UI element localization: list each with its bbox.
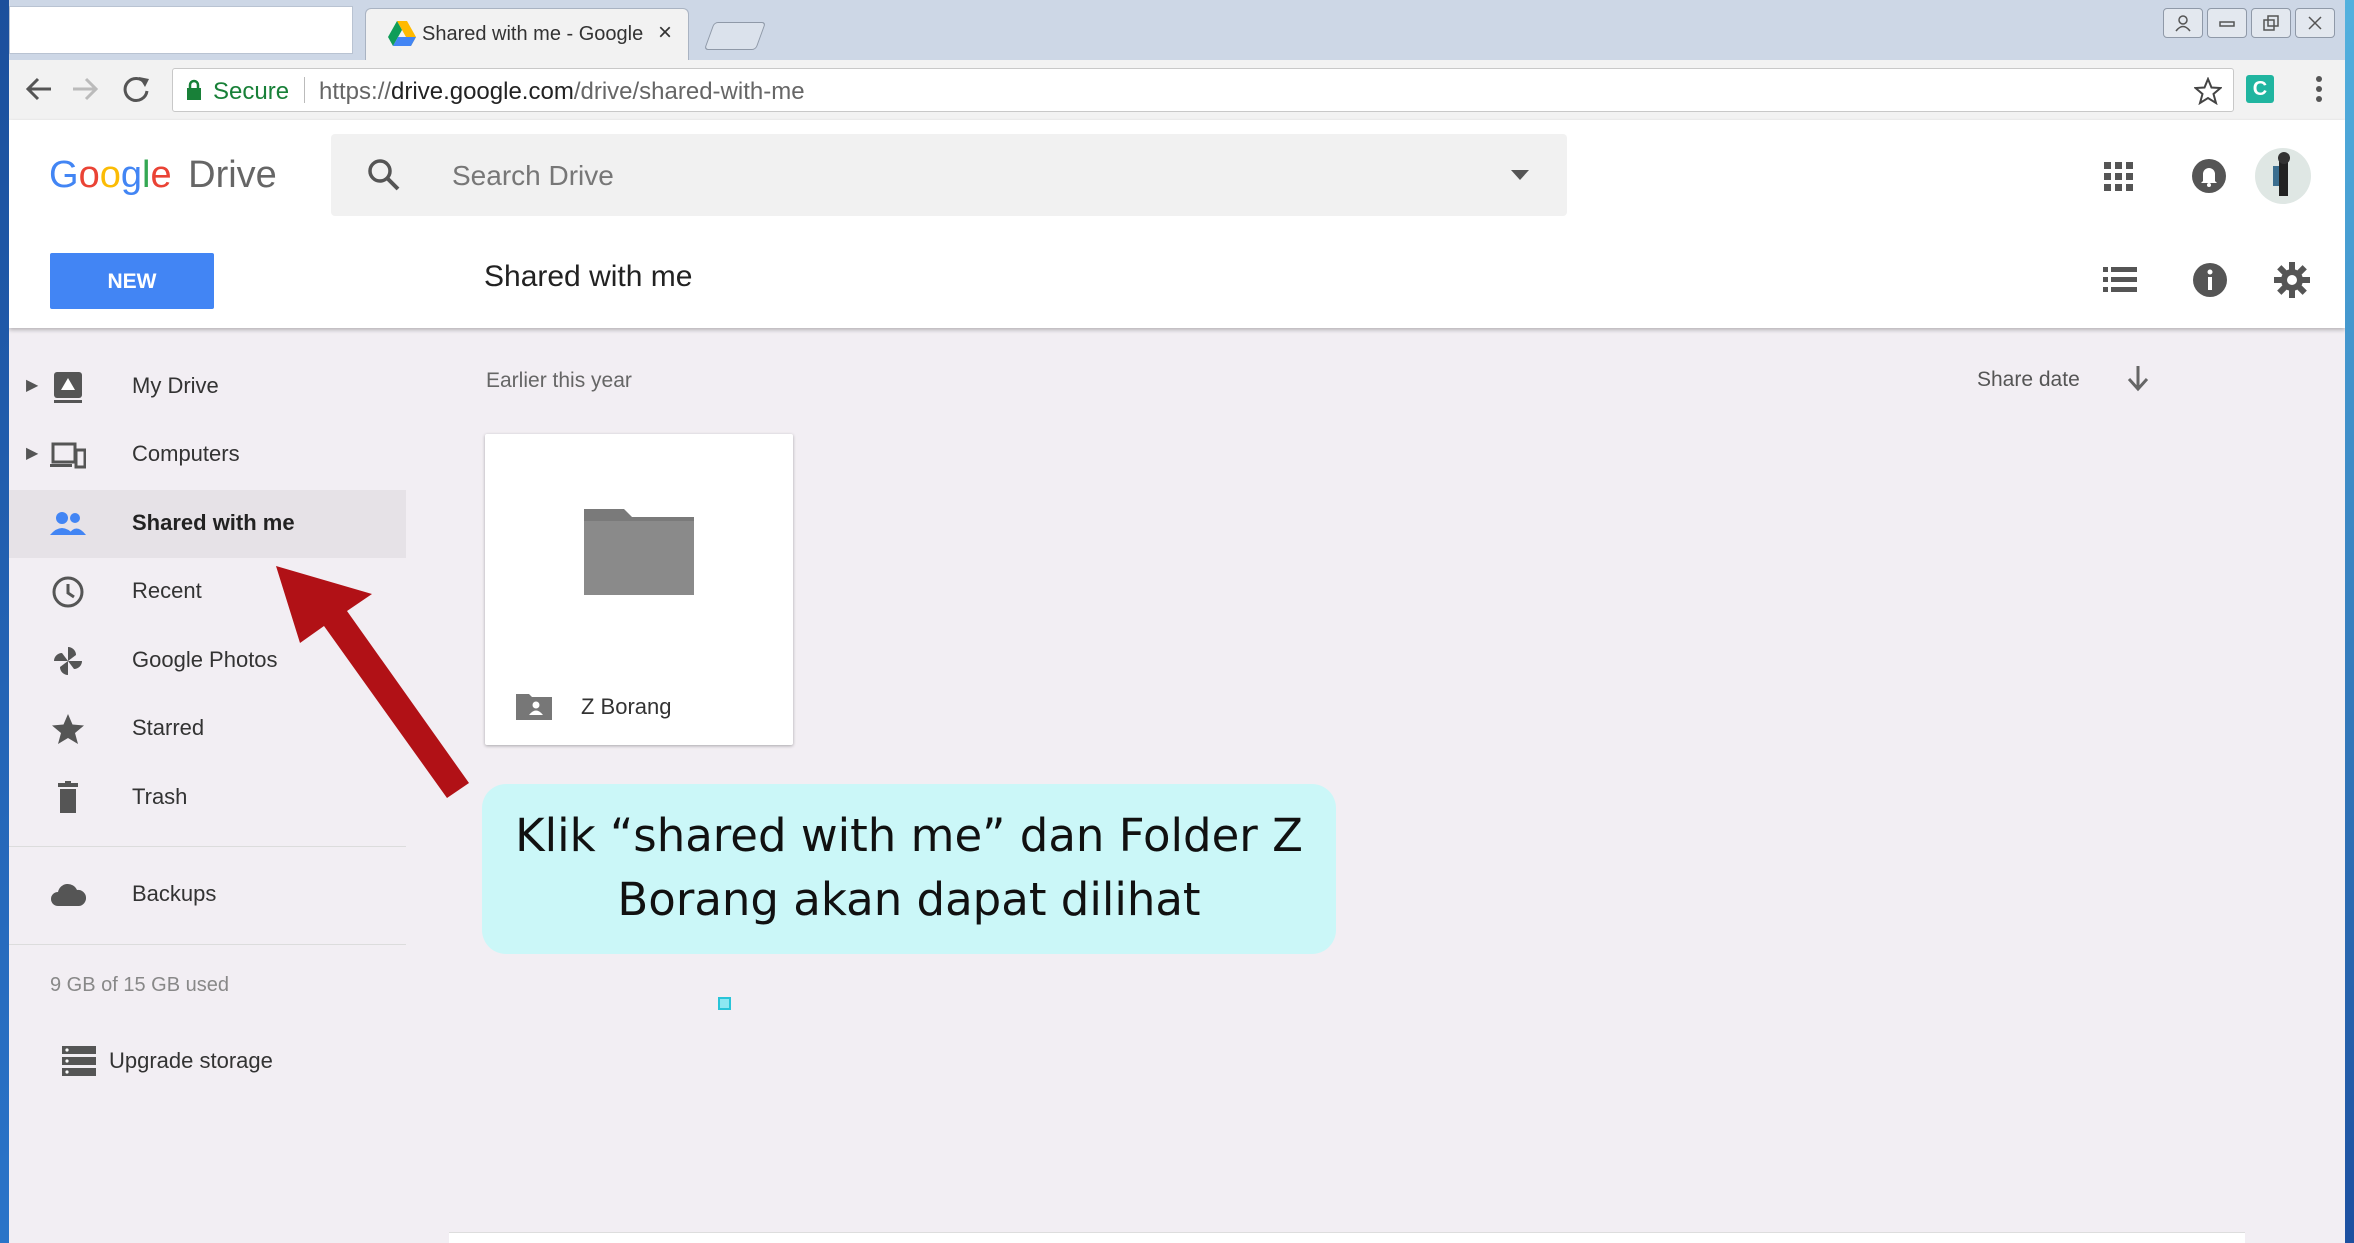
expand-caret-icon[interactable]: ▶ <box>26 443 38 463</box>
bookmark-star-icon[interactable] <box>2194 77 2222 105</box>
instruction-line-2: Borang akan dapat dilihat <box>617 873 1201 926</box>
logo-letter: e <box>150 154 172 196</box>
trash-icon <box>58 781 78 813</box>
url-text[interactable]: https://drive.google.com/drive/shared-wi… <box>319 78 805 106</box>
sort-direction-arrow-icon[interactable] <box>2126 364 2150 392</box>
storage-icon <box>62 1046 96 1076</box>
sidebar-item-label: My Drive <box>132 373 219 398</box>
omnibox[interactable]: Secure https://drive.google.com/drive/sh… <box>172 68 2234 112</box>
pinwheel-icon <box>54 647 82 675</box>
extension-icon[interactable]: C <box>2246 75 2274 103</box>
forward-icon[interactable] <box>71 76 99 102</box>
new-button[interactable]: NEW <box>50 253 214 309</box>
sidebar-item-label: Google Photos <box>132 647 278 672</box>
sidebar-item-my-drive[interactable]: ▶ My Drive <box>9 353 406 421</box>
clock-icon <box>52 576 84 608</box>
minimize-icon[interactable] <box>2207 8 2247 38</box>
avatar[interactable] <box>2255 148 2311 204</box>
folder-card[interactable]: Z Borang <box>485 434 793 745</box>
bottom-panel-edge <box>449 1232 2245 1243</box>
new-tab-button[interactable] <box>703 22 767 50</box>
close-window-icon[interactable] <box>2295 8 2335 38</box>
browser-menu-icon[interactable] <box>2314 74 2324 104</box>
sidebar-item-label: Trash <box>132 784 188 809</box>
apps-grid-icon[interactable] <box>2104 162 2134 192</box>
search-icon[interactable] <box>367 158 401 192</box>
sort-label[interactable]: Share date <box>1977 368 2080 392</box>
tab-close-icon[interactable]: × <box>658 19 672 47</box>
url-host: drive.google.com <box>391 78 574 105</box>
section-label: Earlier this year <box>486 369 632 392</box>
sidebar-item-label: Backups <box>132 881 217 906</box>
instruction-callout: Klik “shared with me” dan Folder Z Boran… <box>482 784 1336 954</box>
search-input[interactable]: Search Drive <box>452 160 614 192</box>
logo-letter: g <box>120 154 142 196</box>
annotation-arrow-icon <box>276 566 469 798</box>
tab-bar: Shared with me - Google × <box>9 0 2345 61</box>
sidebar-item-shared-with-me[interactable]: Shared with me <box>9 490 406 558</box>
info-icon[interactable] <box>2192 262 2228 298</box>
computers-icon <box>50 442 86 469</box>
avatar-figure-icon <box>2273 152 2290 196</box>
instruction-line-1: Klik “shared with me” dan Folder Z <box>515 809 1303 862</box>
url-path: /drive/shared-with-me <box>573 78 805 105</box>
cloud-icon <box>51 883 86 906</box>
restore-icon[interactable] <box>2251 8 2291 38</box>
tab-shared-with-me[interactable]: Shared with me - Google × <box>365 8 689 61</box>
logo-letter: o <box>99 154 121 196</box>
address-bar: Secure https://drive.google.com/drive/sh… <box>9 60 2345 121</box>
sidebar-item-computers[interactable]: ▶ Computers <box>9 421 406 489</box>
selection-handle <box>718 997 731 1010</box>
omnibox-separator <box>304 77 305 103</box>
search-box[interactable]: Search Drive <box>331 134 1567 216</box>
people-icon <box>50 512 86 535</box>
folder-thumbnail-icon <box>584 509 694 595</box>
folder-name: Z Borang <box>581 694 672 719</box>
sidebar-divider <box>9 944 406 945</box>
notifications-bell-icon[interactable] <box>2191 158 2227 194</box>
back-icon[interactable] <box>25 76 53 102</box>
upgrade-storage-label: Upgrade storage <box>109 1048 273 1073</box>
logo-product: Drive <box>188 154 277 196</box>
storage-usage-text: 9 GB of 15 GB used <box>50 974 229 996</box>
tab-title: Shared with me - Google <box>422 23 644 45</box>
lock-icon <box>187 79 201 100</box>
search-options-dropdown-icon[interactable] <box>1511 170 1529 180</box>
sidebar-item-label: Computers <box>132 441 240 466</box>
google-drive-logo[interactable]: Google Drive <box>49 154 277 197</box>
sidebar-item-label: Shared with me <box>132 510 295 535</box>
drive-favicon-icon <box>388 21 416 46</box>
sidebar-divider <box>9 846 406 847</box>
expand-caret-icon[interactable]: ▶ <box>26 375 38 395</box>
url-scheme: https:// <box>319 78 392 105</box>
settings-gear-icon[interactable] <box>2274 262 2310 298</box>
secure-label: Secure <box>213 78 290 105</box>
previous-tab[interactable] <box>9 6 353 54</box>
sidebar-item-backups[interactable]: Backups <box>9 861 406 929</box>
my-drive-icon <box>54 372 82 403</box>
reload-icon[interactable] <box>121 74 151 104</box>
star-icon <box>52 714 84 744</box>
logo-letter: o <box>78 154 100 196</box>
sidebar-item-label: Starred <box>132 715 205 740</box>
upgrade-storage-link[interactable]: Upgrade storage <box>50 1044 410 1080</box>
list-view-icon[interactable] <box>2103 266 2137 294</box>
drive-header: Google Drive Search Drive NEW Shared wit… <box>9 120 2345 328</box>
logo-letter: G <box>49 154 79 196</box>
window-controls <box>2163 8 2335 38</box>
profile-icon[interactable] <box>2163 8 2203 38</box>
page-title: Shared with me <box>484 260 693 293</box>
sidebar-item-label: Recent <box>132 578 202 603</box>
shared-folder-icon <box>516 694 552 720</box>
